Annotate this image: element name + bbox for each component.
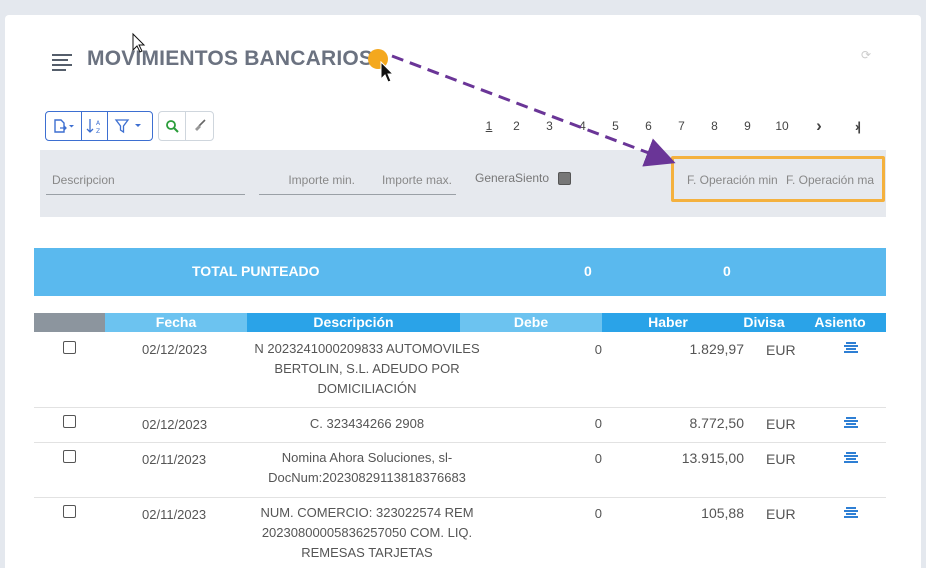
mouse-cursor-icon [380,60,395,83]
pointer-cursor-icon [132,32,146,53]
annotation-overlay [132,32,676,167]
annotation-arrow [391,54,676,167]
